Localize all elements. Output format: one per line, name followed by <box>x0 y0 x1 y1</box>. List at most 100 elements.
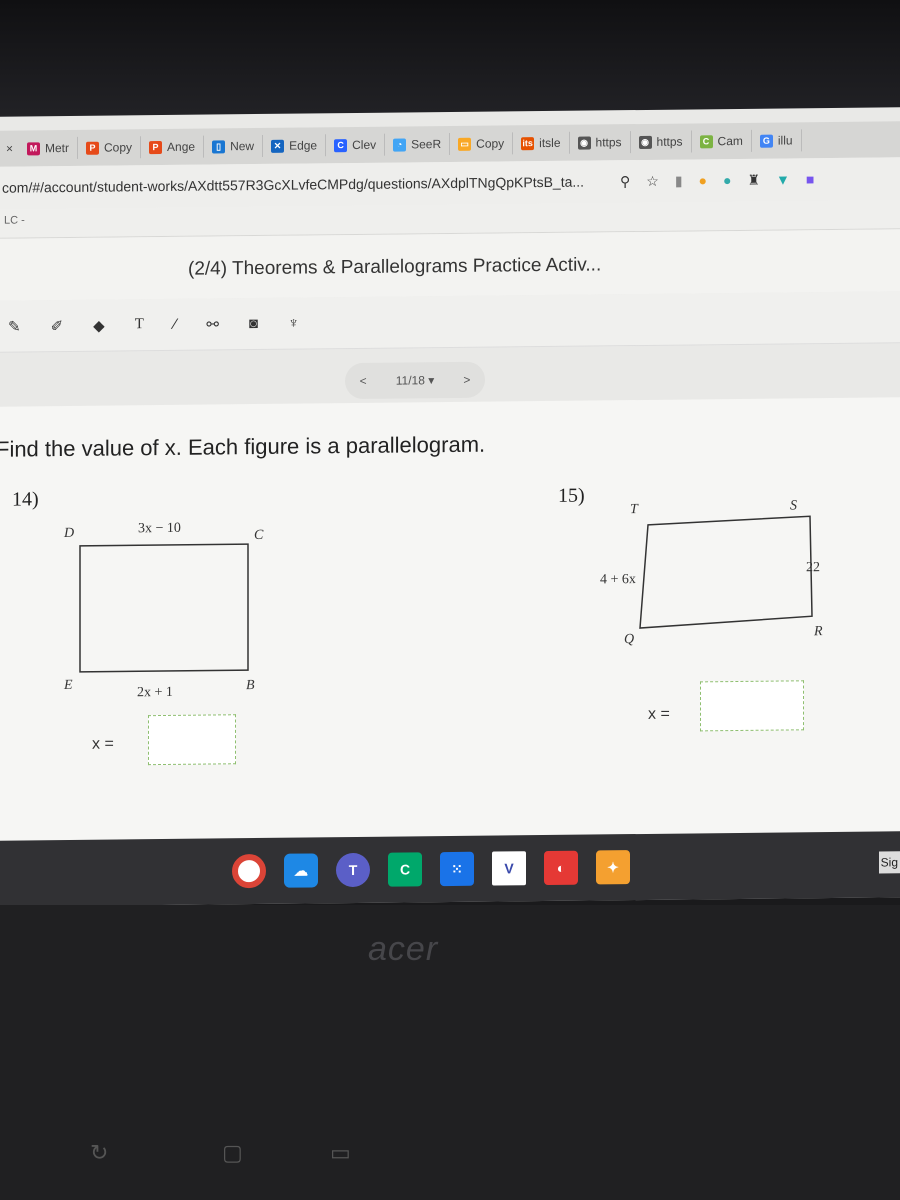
tab-label: https <box>656 134 683 149</box>
close-tab-icon[interactable]: × <box>0 142 19 156</box>
microphone-icon[interactable]: ♆ <box>288 315 299 332</box>
figures <box>79 515 813 673</box>
problem-number: 15) <box>558 484 585 507</box>
text-tool-icon[interactable]: T <box>135 316 144 333</box>
laptop-body <box>0 905 900 1200</box>
tab-favicon-icon: ◉ <box>577 136 591 150</box>
browser-window: × M Metr P Copy P Ange ▯ New ✕ Edge C Clev ◔ SeeR ▭ Cop… <box>0 107 900 907</box>
next-page-button[interactable]: > <box>463 373 470 387</box>
highlighter-icon[interactable]: ✐ <box>51 317 64 335</box>
answer-label: x = <box>92 735 114 753</box>
extension-icon[interactable]: ■ <box>806 171 814 188</box>
side-label: 4 + 6x <box>600 572 636 588</box>
tab-favicon-icon: ✕ <box>271 139 285 153</box>
line-tool-icon[interactable]: ⁄ <box>174 316 177 333</box>
activity-header: (2/4) Theorems & Parallelograms Practice… <box>0 229 900 301</box>
tab-favicon-icon: ◔ <box>393 137 407 152</box>
tab-favicon-icon: G <box>759 134 773 148</box>
link-icon[interactable]: ⚯ <box>206 315 219 333</box>
browser-tab[interactable]: C Cam <box>691 129 752 153</box>
browser-tab[interactable]: ✕ Edge <box>263 134 327 157</box>
vertex-label: B <box>246 678 255 694</box>
sign-in-button[interactable]: Sig <box>878 851 900 874</box>
answer-label: x = <box>648 705 670 723</box>
teams-icon[interactable]: T <box>336 852 370 888</box>
extension-icon[interactable]: ● <box>723 172 731 189</box>
bookmark-star-icon[interactable]: ☆ <box>646 172 659 189</box>
screen-bezel <box>0 0 900 118</box>
page-navigator: < 11/18 ▾ > <box>345 361 485 400</box>
url-text[interactable]: com/#/account/student-works/AXdtt557R3Gc… <box>0 173 620 196</box>
tab-favicon-icon: ▭ <box>458 137 472 151</box>
tab-favicon-icon: C <box>699 134 713 148</box>
chrome-icon[interactable] <box>232 853 266 889</box>
tab-label: Copy <box>476 136 505 151</box>
tab-label: Copy <box>104 140 133 155</box>
vertex-label: E <box>64 677 73 694</box>
extension-icon[interactable]: ▼ <box>776 171 790 188</box>
tab-favicon-icon: P <box>86 141 100 155</box>
tab-label: https <box>595 135 622 150</box>
app-v-icon[interactable]: V <box>492 851 526 886</box>
app-icon[interactable]: ◐ <box>544 850 578 886</box>
vertex-label: T <box>630 502 638 518</box>
side-label: 22 <box>806 560 820 576</box>
classlink-icon[interactable]: C <box>388 852 422 887</box>
pen-icon[interactable]: ✎ <box>8 317 21 335</box>
vertex-label: D <box>64 525 75 542</box>
browser-tab[interactable]: P Copy <box>78 136 142 159</box>
side-label: 3x − 10 <box>138 520 181 537</box>
tab-favicon-icon: ◉ <box>638 135 652 149</box>
eraser-icon[interactable]: ◆ <box>93 316 105 334</box>
tab-label: SeeR <box>411 137 442 152</box>
tab-label: Clev <box>352 137 377 153</box>
tab-favicon-icon: ▯ <box>212 139 226 153</box>
browser-tab[interactable]: ◉ https <box>569 131 631 154</box>
tab-favicon-icon: its <box>521 136 535 150</box>
tab-label: New <box>230 139 255 154</box>
parallelogram-14 <box>79 543 249 673</box>
apps-grid-icon[interactable]: ⁙ <box>440 851 474 887</box>
prev-page-button[interactable]: < <box>360 374 367 388</box>
app-icon[interactable]: ✦ <box>596 850 630 885</box>
vertex-label: Q <box>624 632 635 648</box>
drive-app-icon[interactable]: ☁ <box>284 853 318 888</box>
tab-favicon-icon: M <box>27 141 41 155</box>
side-label: 2x + 1 <box>137 684 173 701</box>
extension-icon[interactable]: ▮ <box>675 172 683 189</box>
page-select[interactable]: 11/18 ▾ <box>396 373 435 387</box>
extension-icon[interactable]: ♜ <box>747 171 760 188</box>
tab-label: Metr <box>45 140 70 156</box>
answer-input-14[interactable] <box>148 714 236 766</box>
tab-favicon-icon: P <box>149 140 163 154</box>
browser-tab[interactable]: C Clev <box>326 133 386 157</box>
vertex-label: R <box>814 624 823 640</box>
browser-tab[interactable]: Gillu <box>751 129 802 152</box>
browser-tab[interactable]: ▯ New <box>204 134 264 158</box>
browser-tab[interactable]: ▭ Copy <box>450 132 514 155</box>
browser-tab[interactable]: its itsle <box>513 131 570 155</box>
fullscreen-key-icon: ▢ <box>222 1140 243 1165</box>
annotation-toolbar: ✎ ✐ ◆ T ⁄ ⚯ ◙ ♆ <box>0 291 900 353</box>
tab-favicon-icon: C <box>334 138 348 152</box>
tab-label: Ange <box>167 139 196 154</box>
browser-tab[interactable]: M Metr <box>19 136 79 160</box>
tab-label: itsle <box>539 135 561 151</box>
extension-icon[interactable]: ● <box>699 172 707 189</box>
browser-tab[interactable]: ◔ SeeR <box>385 132 451 156</box>
vertex-label: C <box>254 527 264 544</box>
refresh-key-icon: ↻ <box>90 1140 109 1165</box>
worksheet: Find the value of x. Each figure is a pa… <box>0 397 900 841</box>
bookmark-item[interactable]: LC - <box>4 214 25 226</box>
tab-label: Cam <box>717 133 743 149</box>
taskbar: ☁ T C ⁙ V ◐ ✦ Sig <box>0 831 900 907</box>
activity-title: (2/4) Theorems & Parallelograms Practice… <box>188 254 602 280</box>
overview-key-icon: ▭ <box>330 1140 351 1165</box>
location-icon[interactable]: ⚲ <box>620 173 630 190</box>
vertex-label: S <box>790 498 797 514</box>
answer-input-15[interactable] <box>700 680 804 732</box>
tab-label: illu <box>777 133 793 148</box>
browser-tab[interactable]: P Ange <box>141 135 205 159</box>
browser-tab[interactable]: ◉ https <box>630 130 692 154</box>
camera-icon[interactable]: ◙ <box>249 315 258 332</box>
